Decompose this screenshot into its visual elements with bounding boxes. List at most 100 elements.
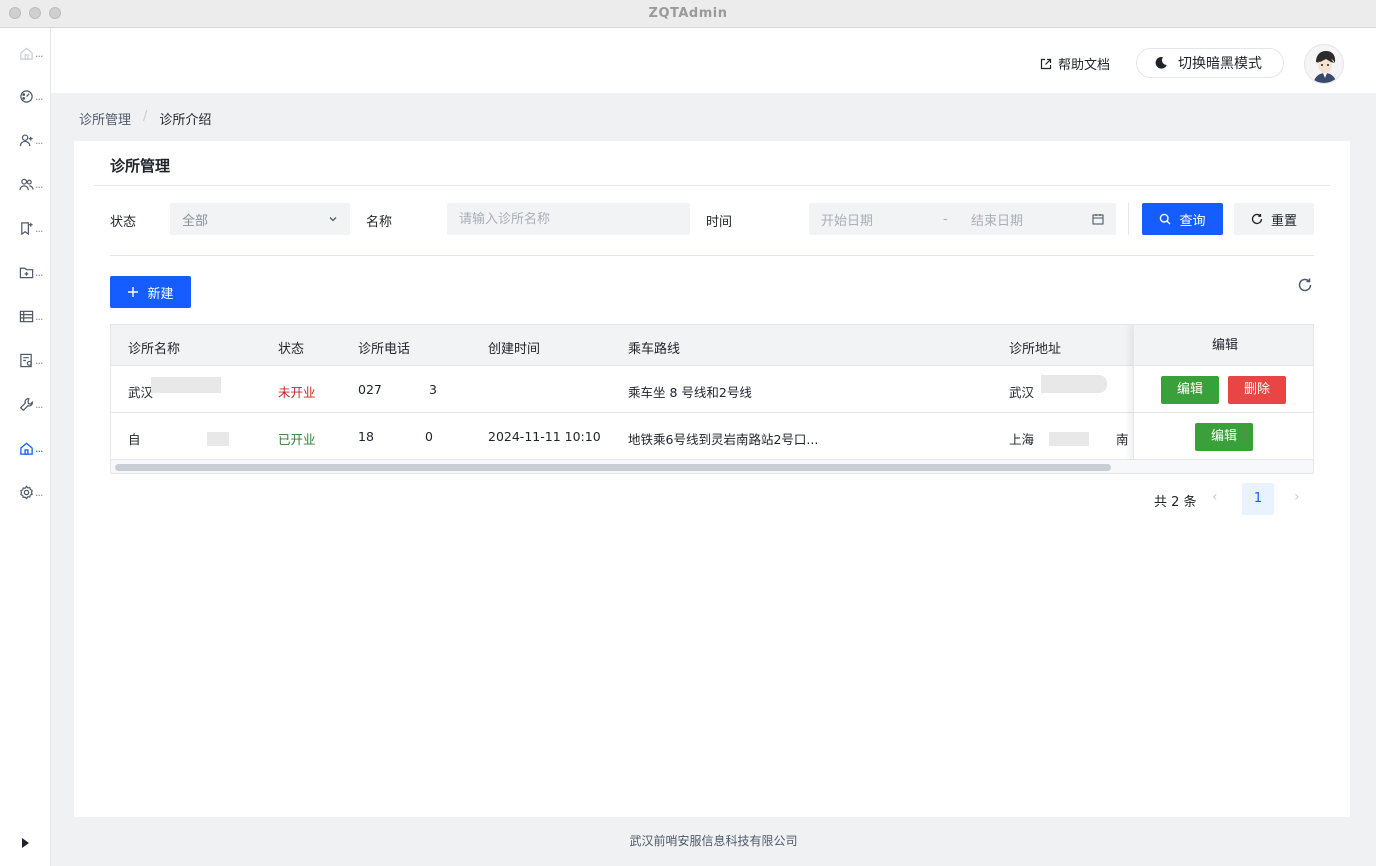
top-header: 帮助文档 切换暗黑模式 — [51, 28, 1376, 93]
sidebar-item-home[interactable]: ... — [0, 38, 51, 68]
sidebar-item-settings[interactable]: ... — [0, 477, 51, 507]
edit-button[interactable]: 编辑 — [1161, 376, 1219, 404]
search-icon — [1160, 213, 1171, 225]
sidebar-item-dashboard[interactable]: ... — [0, 81, 51, 111]
table-icon — [19, 310, 34, 322]
dark-mode-label: 切换暗黑模式 — [1178, 56, 1262, 72]
sidebar-item-label: ... — [35, 485, 43, 499]
date-range-separator: - — [943, 211, 948, 227]
new-button-label: 新建 — [147, 286, 174, 302]
operations-column: 编辑 编辑 删除 编辑 — [1133, 325, 1313, 460]
column-header-status: 状态 — [278, 342, 305, 357]
sidebar-item-user-add[interactable]: ... — [0, 125, 51, 155]
status-filter-label: 状态 — [110, 215, 137, 230]
dashboard-icon — [20, 89, 33, 103]
name-filter-label: 名称 — [366, 215, 393, 230]
filter-divider — [110, 255, 1314, 256]
phone-cell-prefix: 18 — [358, 429, 374, 444]
folder-add-icon — [19, 267, 34, 278]
status-select-value: 全部 — [182, 213, 209, 229]
redacted-block — [151, 377, 221, 393]
sidebar-item-users[interactable]: ... — [0, 169, 51, 199]
end-date-input[interactable]: 结束日期 — [971, 210, 1092, 229]
redacted-block — [1041, 375, 1107, 393]
redacted-block — [1049, 432, 1089, 446]
tool-icon — [19, 397, 33, 411]
status-cell: 未开业 — [278, 385, 316, 400]
dark-mode-toggle-button[interactable]: 切换暗黑模式 — [1136, 48, 1284, 78]
operations-row: 编辑 — [1134, 413, 1313, 460]
calendar-icon — [1092, 214, 1104, 225]
status-cell: 已开业 — [278, 432, 316, 447]
breadcrumb-parent[interactable]: 诊所管理 — [79, 109, 131, 128]
breadcrumb-separator: / — [143, 109, 148, 124]
help-docs-link[interactable]: 帮助文档 — [1040, 54, 1110, 73]
delete-button[interactable]: 删除 — [1228, 376, 1286, 404]
date-range-picker[interactable]: 开始日期 - 结束日期 — [809, 203, 1116, 235]
pagination-total: 共 2 条 — [1154, 495, 1197, 510]
user-add-icon — [19, 133, 33, 146]
sidebar-collapse-toggle[interactable] — [22, 838, 29, 848]
plus-icon — [128, 287, 139, 297]
bookmark-add-icon — [21, 221, 33, 235]
column-header-route: 乘车路线 — [628, 342, 681, 357]
filter-action-divider — [1128, 203, 1129, 235]
scrollbar-thumb[interactable] — [115, 464, 1111, 471]
table-refresh-icon[interactable] — [1297, 277, 1313, 293]
sidebar-item-bookmark[interactable]: ... — [0, 213, 51, 243]
sidebar-item-label: ... — [35, 89, 43, 103]
address-cell: 武汉 — [1009, 385, 1035, 400]
sidebar-item-label: ... — [35, 46, 43, 60]
sidebar: ... ... ... ... ... ... ... ... ... ... … — [0, 28, 51, 866]
sidebar-item-label: ... — [35, 309, 43, 323]
form-icon — [20, 353, 32, 367]
start-date-input[interactable]: 开始日期 — [821, 210, 943, 229]
settings-icon — [20, 484, 33, 500]
refresh-icon — [1251, 213, 1263, 225]
user-avatar-icon — [1305, 45, 1343, 83]
sidebar-item-label: ... — [35, 441, 43, 455]
operations-row: 编辑 删除 — [1134, 366, 1313, 413]
clinic-table: 诊所名称 状态 诊所电话 创建时间 乘车路线 诊所地址 武汉 未开业 027 3… — [110, 324, 1314, 474]
route-cell: 地铁乘6号线到灵岩南路站2号口... — [628, 432, 819, 447]
sidebar-item-label: ... — [35, 133, 43, 147]
clinic-name-cell: 武汉 — [128, 385, 154, 400]
pagination-page-current[interactable]: 1 — [1242, 483, 1274, 515]
pagination-next-icon[interactable]: › — [1294, 489, 1300, 505]
page-title: 诊所管理 — [110, 157, 171, 175]
sidebar-item-tools[interactable]: ... — [0, 389, 51, 419]
home-icon — [20, 47, 33, 60]
clinic-name-input[interactable] — [459, 211, 690, 227]
name-input-box — [447, 203, 690, 235]
column-header-created: 创建时间 — [488, 342, 541, 357]
query-button-label: 查询 — [1179, 213, 1206, 229]
new-clinic-button[interactable]: 新建 — [110, 276, 191, 308]
external-link-icon — [1040, 58, 1052, 69]
sidebar-item-table[interactable]: ... — [0, 301, 51, 331]
route-cell: 乘车坐 8 号线和2号线 — [628, 385, 752, 400]
user-group-icon — [19, 178, 34, 190]
query-button[interactable]: 查询 — [1142, 203, 1223, 235]
phone-cell-suffix: 0 — [425, 429, 433, 444]
sidebar-item-folder[interactable]: ... — [0, 257, 51, 287]
phone-cell-prefix: 027 — [358, 382, 382, 397]
status-select[interactable]: 全部 — [170, 203, 350, 235]
reset-button-label: 重置 — [1270, 213, 1297, 229]
footer-company: 武汉前哨安服信息科技有限公司 — [629, 834, 798, 848]
avatar[interactable] — [1304, 44, 1344, 84]
sidebar-item-clinic[interactable]: ... — [0, 433, 51, 463]
sidebar-item-form[interactable]: ... — [0, 345, 51, 375]
clinic-name-cell: 自 — [128, 432, 141, 447]
moon-icon — [1155, 56, 1167, 69]
sidebar-item-label: ... — [35, 265, 43, 279]
reset-button[interactable]: 重置 — [1234, 203, 1314, 235]
edit-button[interactable]: 编辑 — [1195, 423, 1253, 451]
horizontal-scrollbar[interactable] — [111, 460, 1313, 473]
pagination-prev-icon[interactable]: ‹ — [1212, 489, 1218, 505]
window-title: ZQTAdmin — [648, 6, 728, 21]
clinic-management-panel: 诊所管理 状态 全部 名称 时间 开始日期 - 结束日期 查询 重置 新建 诊所… — [74, 141, 1350, 817]
breadcrumb: 诊所管理 / 诊所介绍 — [79, 109, 211, 128]
address-cell: 上海 — [1009, 432, 1035, 447]
sidebar-item-label: ... — [35, 397, 43, 411]
sidebar-item-label: ... — [35, 221, 43, 235]
